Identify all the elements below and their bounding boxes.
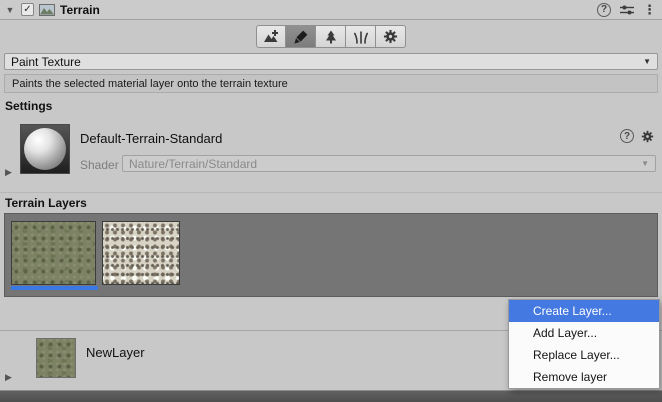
header-actions: ? ⋮ xyxy=(597,3,656,17)
menu-item-create-layer[interactable]: Create Layer... xyxy=(509,300,659,322)
material-preview[interactable] xyxy=(20,124,70,174)
tree-icon xyxy=(323,29,339,45)
terrain-layer-thumbnail-grass[interactable] xyxy=(11,221,96,285)
component-foldout-open-icon[interactable]: ▼ xyxy=(4,5,16,15)
menu-item-remove-layer[interactable]: Remove layer xyxy=(509,366,659,388)
create-neighbor-terrains-button[interactable] xyxy=(256,25,286,48)
terrain-layers-section-label: Terrain Layers xyxy=(5,196,87,210)
terrain-inspector: ▼ ✓ Terrain ? ⋮ xyxy=(0,0,662,402)
shader-label: Shader xyxy=(80,158,119,172)
menu-item-replace-layer[interactable]: Replace Layer... xyxy=(509,344,659,366)
checkmark-icon: ✓ xyxy=(23,4,31,15)
divider xyxy=(0,192,662,193)
chevron-down-icon: ▼ xyxy=(641,159,649,168)
material-help-icon[interactable]: ? xyxy=(620,129,634,143)
chevron-down-icon: ▼ xyxy=(643,57,651,66)
layers-context-menu: Create Layer... Add Layer... Replace Lay… xyxy=(508,299,660,389)
presets-icon[interactable] xyxy=(620,4,634,16)
menu-item-add-layer[interactable]: Add Layer... xyxy=(509,322,659,344)
terrain-tool-group xyxy=(256,25,406,48)
shader-dropdown-value: Nature/Terrain/Standard xyxy=(129,157,257,171)
selected-layer-name: NewLayer xyxy=(86,345,145,360)
component-enabled-checkbox[interactable]: ✓ xyxy=(21,3,34,16)
selected-layer-underline xyxy=(11,286,98,290)
material-gear-icon[interactable] xyxy=(641,130,654,143)
layer-foldout-icon[interactable]: ▶ xyxy=(5,372,12,383)
selected-layer-thumbnail[interactable] xyxy=(36,338,76,378)
context-menu-icon[interactable]: ⋮ xyxy=(643,3,656,17)
paint-terrain-button[interactable] xyxy=(286,25,316,48)
terrain-settings-button[interactable] xyxy=(376,25,406,48)
component-title: Terrain xyxy=(60,3,100,17)
grass-details-icon xyxy=(353,29,369,45)
paint-trees-button[interactable] xyxy=(316,25,346,48)
paint-tool-dropdown[interactable]: Paint Texture ▼ xyxy=(4,53,658,70)
material-foldout-icon[interactable]: ▶ xyxy=(5,167,12,178)
material-sphere-thumbnail xyxy=(24,128,66,170)
tool-description-text: Paints the selected material layer onto … xyxy=(12,78,288,90)
help-icon[interactable]: ? xyxy=(597,3,611,17)
window-bottom-strip xyxy=(0,390,662,402)
terrain-toolbar xyxy=(0,25,662,48)
component-header: ▼ ✓ Terrain ? ⋮ xyxy=(0,0,662,20)
tool-description-box: Paints the selected material layer onto … xyxy=(4,74,658,93)
paint-tool-dropdown-value: Paint Texture xyxy=(11,55,81,69)
shader-dropdown[interactable]: Nature/Terrain/Standard ▼ xyxy=(122,155,656,172)
gear-icon xyxy=(383,29,398,44)
terrain-layer-thumbnail-gravel[interactable] xyxy=(102,221,180,285)
material-name: Default-Terrain-Standard xyxy=(80,131,222,146)
settings-section-label: Settings xyxy=(5,99,52,113)
terrain-layers-palette xyxy=(4,213,658,297)
paint-details-button[interactable] xyxy=(346,25,376,48)
create-neighbor-terrains-icon xyxy=(263,29,279,45)
paint-brush-icon xyxy=(293,29,309,45)
material-actions: ? xyxy=(620,129,654,143)
terrain-component-icon xyxy=(39,2,55,18)
